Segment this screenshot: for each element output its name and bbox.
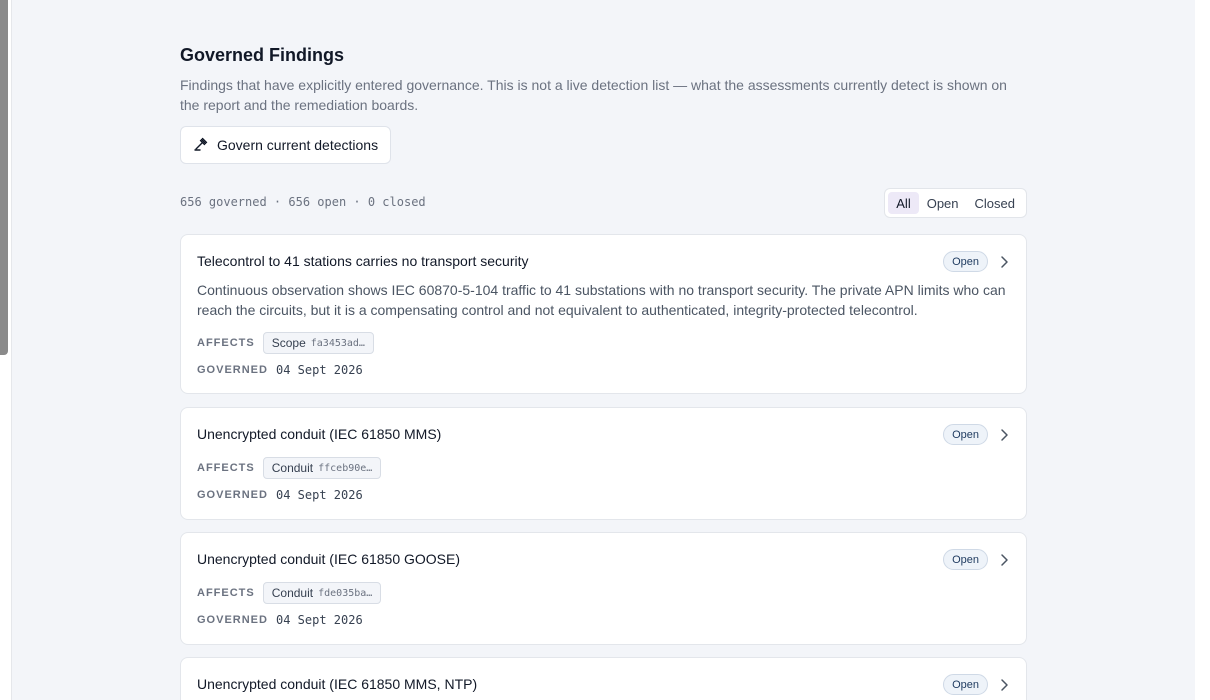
filter-tab-open[interactable]: Open [919, 192, 967, 214]
finding-title: Unencrypted conduit (IEC 61850 MMS) [197, 426, 442, 442]
chevron-right-icon[interactable] [998, 678, 1010, 692]
affected-asset-id: fa3453ad… [310, 337, 365, 349]
govern-current-detections-button[interactable]: Govern current detections [180, 126, 392, 164]
governed-label: GOVERNED [197, 489, 268, 501]
page-subtitle: Findings that have explicitly entered go… [180, 77, 1007, 113]
page-title: Governed Findings [180, 45, 345, 65]
govern-button-label: Govern current detections [217, 137, 379, 153]
affected-asset-chip[interactable]: Conduit ffceb90e… [262, 457, 382, 479]
status-filter: All Open Closed [884, 188, 1027, 218]
status-badge: Open [943, 674, 988, 695]
chevron-right-icon[interactable] [998, 255, 1010, 269]
affects-label: AFFECTS [197, 337, 255, 349]
governed-label: GOVERNED [197, 614, 268, 626]
gavel-icon [193, 136, 209, 155]
status-badge: Open [943, 549, 988, 570]
affected-asset-type: Scope [271, 336, 306, 350]
finding-card[interactable]: Unencrypted conduit (IEC 61850 MMS) Open… [180, 407, 1027, 520]
governed-date: 04 Sept 2026 [275, 613, 363, 627]
governed-row: GOVERNED 04 Sept 2026 [197, 613, 363, 627]
governed-date: 04 Sept 2026 [275, 488, 363, 502]
governed-row: GOVERNED 04 Sept 2026 [197, 363, 363, 377]
finding-card[interactable]: Unencrypted conduit (IEC 61850 MMS, NTP)… [180, 657, 1027, 700]
right-gutter [1195, 0, 1210, 700]
affects-row: AFFECTS Conduit fde035ba… [197, 582, 382, 604]
filter-tab-all[interactable]: All [888, 192, 919, 214]
left-gutter [0, 0, 12, 700]
findings-counts: 656 governed · 656 open · 0 closed [180, 195, 426, 209]
governed-row: GOVERNED 04 Sept 2026 [197, 488, 363, 502]
finding-title: Unencrypted conduit (IEC 61850 MMS, NTP) [197, 676, 478, 692]
chevron-right-icon[interactable] [998, 428, 1010, 442]
affects-row: AFFECTS Conduit ffceb90e… [197, 457, 382, 479]
affected-asset-id: ffceb90e… [318, 462, 373, 474]
affected-asset-type: Conduit [271, 461, 314, 475]
affects-label: AFFECTS [197, 462, 255, 474]
affected-asset-chip[interactable]: Scope fa3453ad… [262, 332, 374, 354]
filter-tab-closed[interactable]: Closed [967, 192, 1023, 214]
affected-asset-chip[interactable]: Conduit fde035ba… [262, 582, 382, 604]
affects-row: AFFECTS Scope fa3453ad… [197, 332, 374, 354]
affected-asset-type: Conduit [271, 586, 314, 600]
finding-title: Unencrypted conduit (IEC 61850 GOOSE) [197, 551, 461, 567]
status-badge: Open [943, 251, 988, 272]
affected-asset-id: fde035ba… [318, 587, 373, 599]
finding-card[interactable]: Unencrypted conduit (IEC 61850 GOOSE) Op… [180, 532, 1027, 645]
status-badge: Open [943, 424, 988, 445]
affects-label: AFFECTS [197, 587, 255, 599]
finding-title: Telecontrol to 41 stations carries no tr… [197, 253, 529, 269]
governed-label: GOVERNED [197, 364, 268, 376]
governed-date: 04 Sept 2026 [275, 363, 363, 377]
finding-description: Continuous observation shows IEC 60870-5… [197, 282, 1006, 318]
scrollbar-thumb[interactable] [0, 0, 8, 355]
finding-card[interactable]: Telecontrol to 41 stations carries no tr… [180, 234, 1027, 394]
chevron-right-icon[interactable] [998, 553, 1010, 567]
